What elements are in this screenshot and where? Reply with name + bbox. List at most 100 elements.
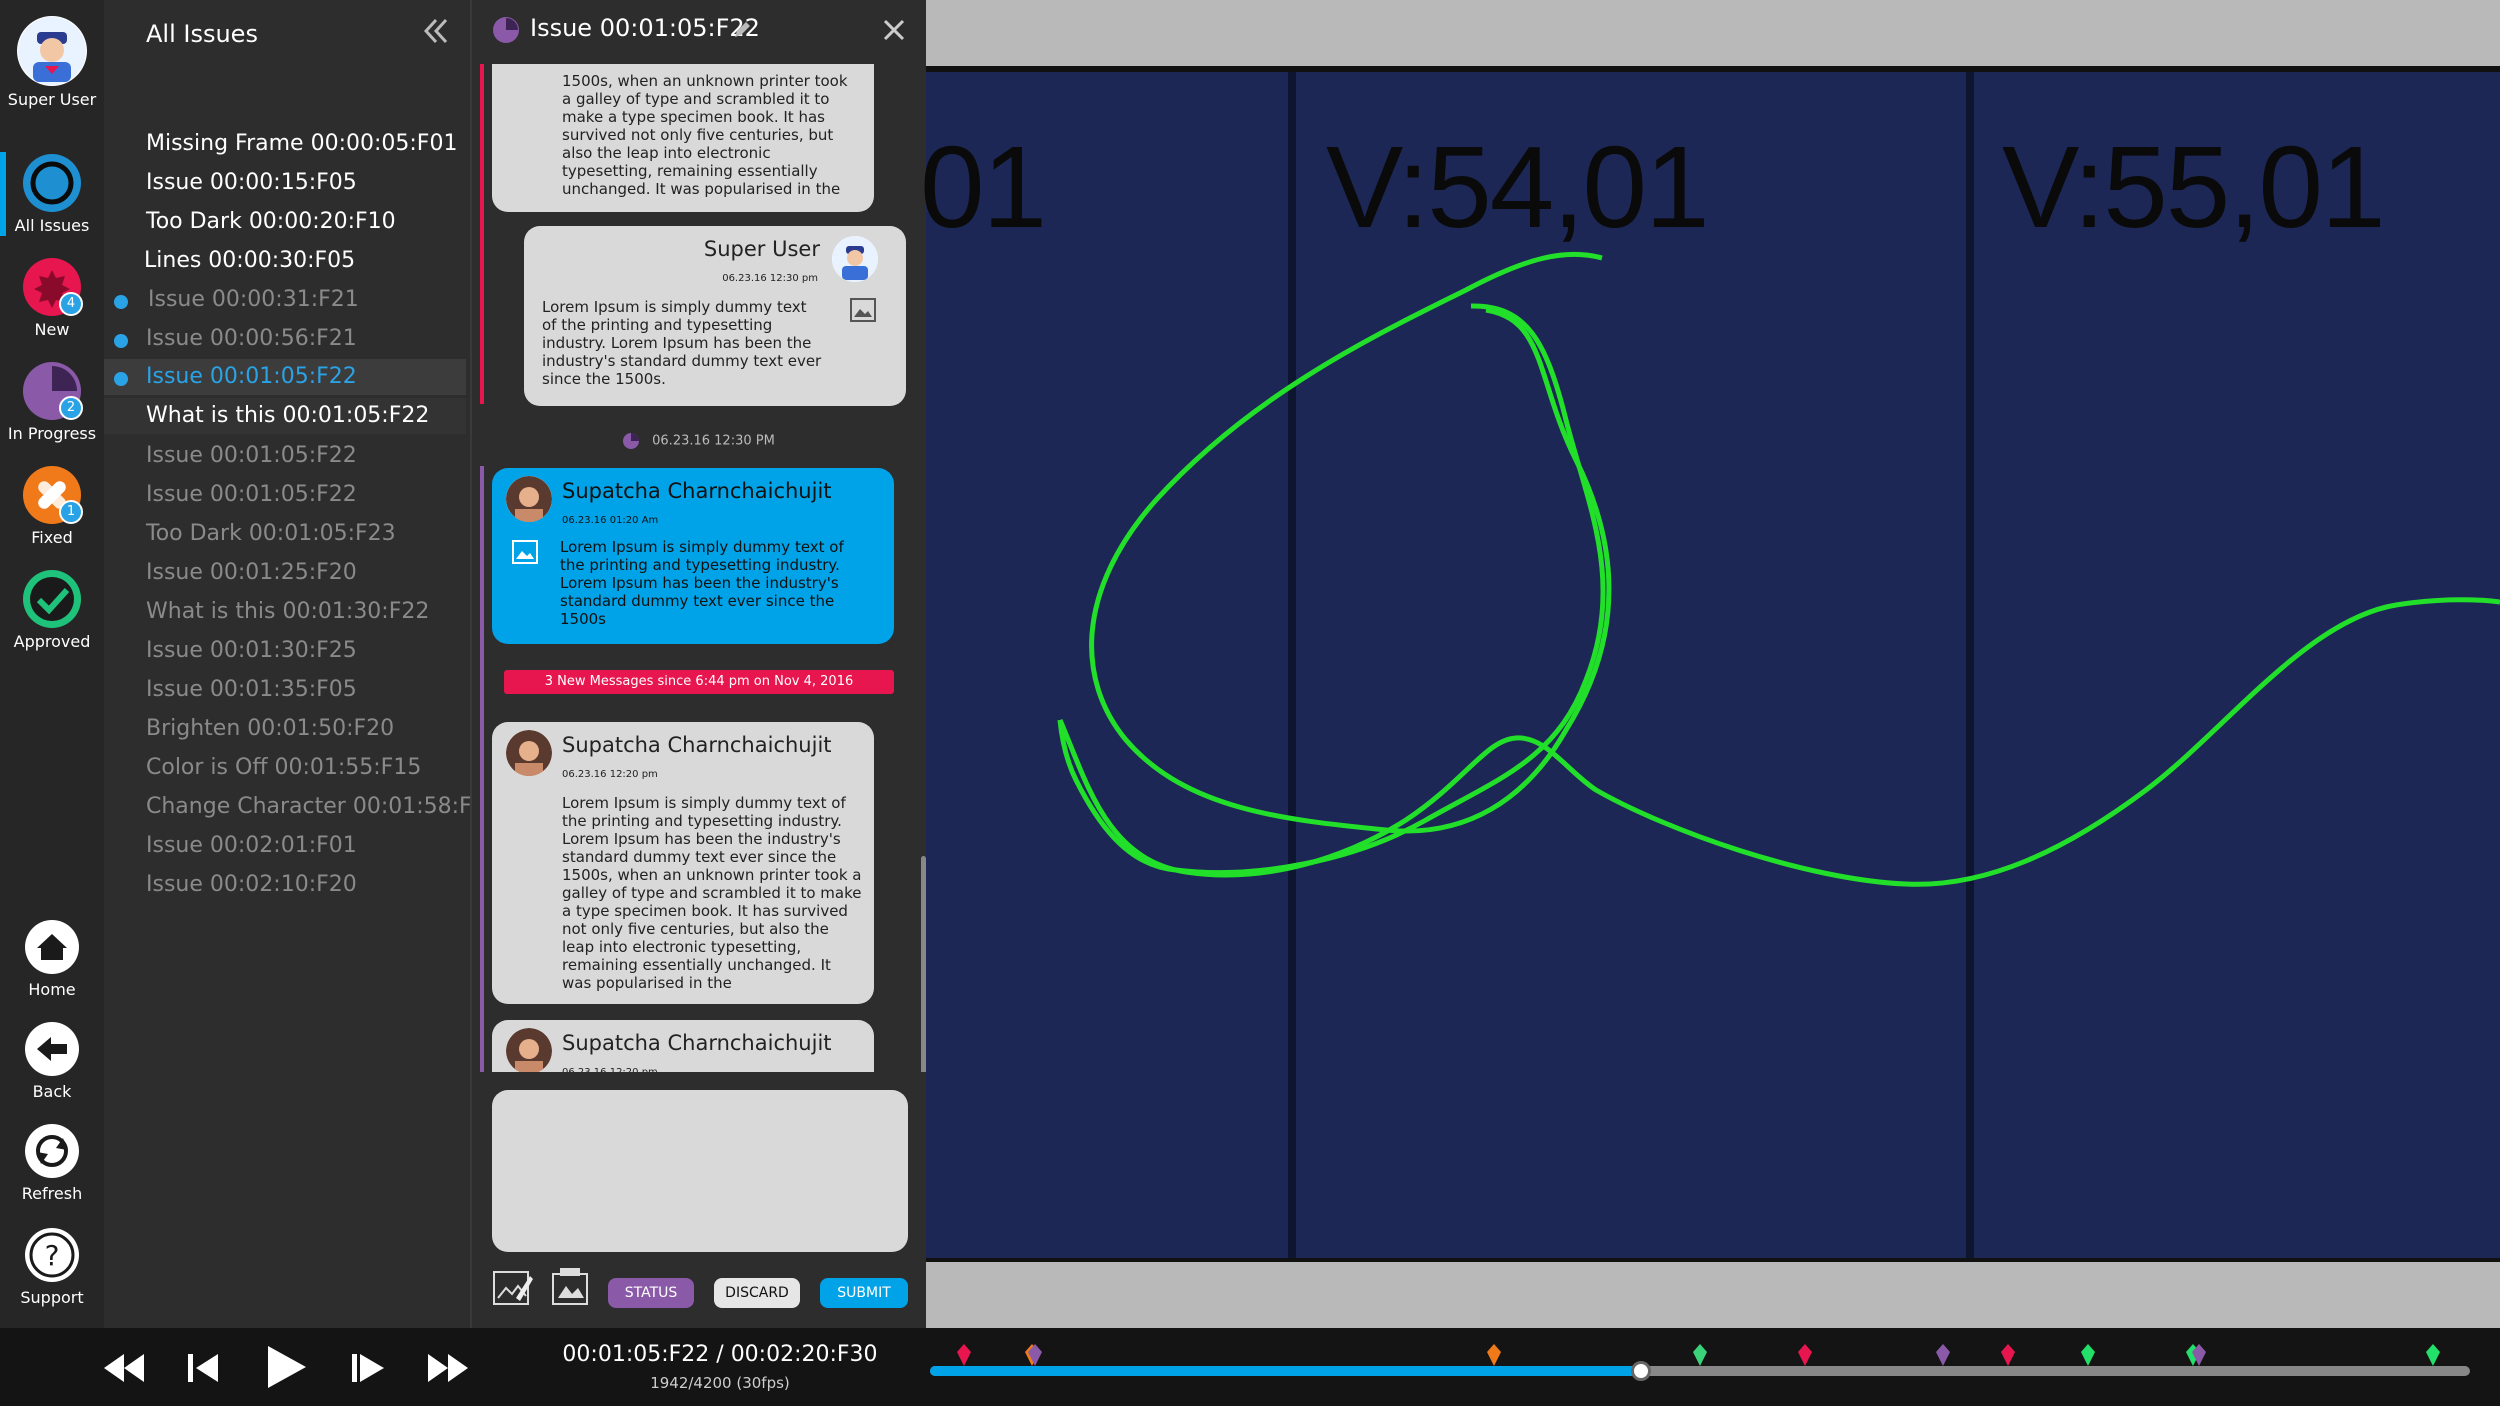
issue-item[interactable]: Issue 00:00:31:F21 — [104, 282, 466, 318]
issue-title: Issue 00:01:05:F22 — [530, 14, 760, 42]
issue-item[interactable]: Change Character 00:01:58:F20 — [104, 789, 500, 825]
rail-item-home[interactable]: Home — [0, 918, 104, 999]
submit-button[interactable]: SUBMIT — [820, 1278, 908, 1308]
avatar — [506, 1028, 552, 1072]
attach-image-icon[interactable] — [550, 1266, 590, 1308]
issue-item[interactable]: Issue 00:01:05:F22 — [104, 477, 466, 513]
svg-text:?: ? — [45, 1239, 60, 1272]
timeline-issue-marker[interactable] — [1486, 1344, 1501, 1366]
timeline-issue-marker[interactable] — [1797, 1344, 1812, 1366]
new-issue-icon: 4 — [23, 258, 83, 316]
rail-item-all-issues[interactable]: All Issues — [0, 154, 104, 235]
issue-item-selected[interactable]: Issue 00:01:05:F22 — [104, 359, 466, 395]
step-back-icon[interactable] — [182, 1348, 222, 1388]
nav-rail: Super User All Issues 4 New 2 In Progres… — [0, 0, 104, 1328]
issue-item[interactable]: Lines 00:00:30:F05 — [104, 243, 466, 279]
timecode: 00:01:05:F22 / 00:02:20:F30 — [562, 1342, 878, 1367]
message-time: 06.23.16 12:30 pm — [722, 273, 818, 284]
bandage-icon: 1 — [23, 466, 83, 524]
issue-item[interactable]: Issue 00:02:01:F01 — [104, 828, 466, 864]
help-icon: ? — [23, 1226, 81, 1284]
close-icon[interactable] — [882, 18, 906, 42]
avatar — [506, 730, 552, 776]
new-messages-banner[interactable]: 3 New Messages since 6:44 pm on Nov 4, 2… — [504, 670, 894, 694]
message-author: Supatcha Charnchaichujit — [562, 1031, 832, 1055]
issue-item[interactable]: Too Dark 00:00:20:F10 — [104, 204, 466, 240]
rail-item-in-progress[interactable]: 2 In Progress — [0, 362, 104, 443]
message-author: Super User — [703, 237, 820, 261]
issue-list-title: All Issues — [146, 20, 258, 48]
issue-item[interactable]: Issue 00:01:05:F22 — [104, 438, 466, 474]
issue-item[interactable]: Color is Off 00:01:55:F15 — [104, 750, 466, 786]
rail-item-fixed[interactable]: 1 Fixed — [0, 466, 104, 547]
issue-item[interactable]: What is this 00:01:30:F22 — [104, 594, 466, 630]
timeline-issue-marker[interactable] — [956, 1344, 971, 1366]
step-forward-icon[interactable] — [348, 1348, 388, 1388]
timeline-track[interactable] — [930, 1344, 2470, 1381]
issue-item[interactable]: Issue 00:02:10:F20 — [104, 867, 466, 903]
issue-list-panel: All Issues Missing Frame 00:00:05:F01 Is… — [104, 0, 500, 1328]
draw-annotation-icon[interactable] — [492, 1268, 534, 1308]
drawn-annotation[interactable] — [926, 0, 2500, 1328]
issue-item[interactable]: Brighten 00:01:50:F20 — [104, 711, 466, 747]
user-avatar — [17, 16, 87, 86]
timeline-issue-marker[interactable] — [2191, 1344, 2206, 1366]
message-time: 06.23.16 01:20 Am — [562, 515, 659, 526]
message-bubble-highlighted: Supatcha Charnchaichujit 06.23.16 01:20 … — [492, 468, 894, 644]
timeline-issue-marker[interactable] — [1027, 1344, 1042, 1366]
issue-item[interactable]: Issue 00:01:25:F20 — [104, 555, 466, 591]
video-viewer[interactable]: 01 V:54,01 V:55,01 — [920, 0, 2500, 1328]
issue-item[interactable]: Issue 00:00:56:F21 — [104, 321, 466, 357]
image-attachment-icon[interactable] — [512, 540, 538, 564]
status-button[interactable]: STATUS — [608, 1278, 694, 1308]
in-progress-count-badge: 2 — [59, 396, 83, 420]
in-progress-status-icon — [493, 17, 519, 43]
comment-input[interactable] — [492, 1090, 908, 1252]
rail-item-support[interactable]: ? Support — [0, 1226, 104, 1307]
superhero-avatar-icon — [18, 17, 86, 85]
timeline-playhead[interactable] — [1631, 1361, 1652, 1381]
rail-item-refresh[interactable]: Refresh — [0, 1122, 104, 1203]
rail-item-new[interactable]: 4 New — [0, 258, 104, 339]
comment-panel: Issue 00:01:05:F22 1500s, when an unknow… — [470, 0, 928, 1328]
unread-dot — [114, 372, 128, 386]
comment-panel-header: Issue 00:01:05:F22 — [472, 0, 928, 62]
transport-bar: 00:01:05:F22 / 00:02:20:F30 1942/4200 (3… — [0, 1328, 2500, 1406]
image-attachment-icon[interactable] — [850, 298, 876, 322]
rewind-icon[interactable] — [100, 1348, 148, 1388]
thread-line — [480, 64, 484, 404]
issue-item[interactable]: Issue 00:00:15:F05 — [104, 165, 466, 201]
collapse-panel-button[interactable] — [420, 16, 450, 46]
timeline-issue-marker[interactable] — [2426, 1344, 2441, 1366]
refresh-icon — [23, 1122, 81, 1180]
rail-label: New — [34, 320, 70, 339]
rail-label: Refresh — [21, 1184, 83, 1203]
play-icon[interactable] — [262, 1342, 310, 1392]
user-name: Super User — [7, 90, 97, 109]
rail-label: Home — [28, 980, 76, 999]
user-photo-icon — [506, 476, 552, 522]
thread-divider-time: 06.23.16 12:30 PM — [622, 432, 775, 450]
edit-pencil-icon[interactable] — [732, 20, 752, 40]
fast-forward-icon[interactable] — [424, 1348, 472, 1388]
timeline-issue-marker[interactable] — [1936, 1344, 1951, 1366]
rail-item-back[interactable]: Back — [0, 1020, 104, 1101]
timeline-issue-marker[interactable] — [2001, 1344, 2015, 1366]
issue-item[interactable]: Issue 00:01:30:F25 — [104, 633, 466, 669]
thread-line — [480, 466, 484, 1072]
message-feed[interactable]: 1500s, when an unknown printer took a ga… — [472, 64, 928, 1072]
rail-label: Approved — [13, 632, 91, 651]
issue-item[interactable]: Missing Frame 00:00:05:F01 — [104, 126, 466, 162]
message-time: 06.23.16 12:20 pm — [562, 1064, 658, 1072]
issue-item[interactable]: What is this 00:01:05:F22 — [104, 398, 466, 434]
issue-item[interactable]: Too Dark 00:01:05:F23 — [104, 516, 466, 552]
superhero-avatar-icon — [832, 236, 878, 282]
unread-dot — [114, 334, 128, 348]
discard-button[interactable]: DISCARD — [714, 1278, 800, 1308]
timeline-issue-marker[interactable] — [2081, 1344, 2096, 1366]
issue-item[interactable]: Issue 00:01:35:F05 — [104, 672, 466, 708]
rail-item-approved[interactable]: Approved — [0, 570, 104, 651]
rail-label: Back — [32, 1082, 72, 1101]
timeline-issue-marker[interactable] — [1693, 1344, 1707, 1366]
user-profile[interactable]: Super User — [0, 16, 104, 109]
